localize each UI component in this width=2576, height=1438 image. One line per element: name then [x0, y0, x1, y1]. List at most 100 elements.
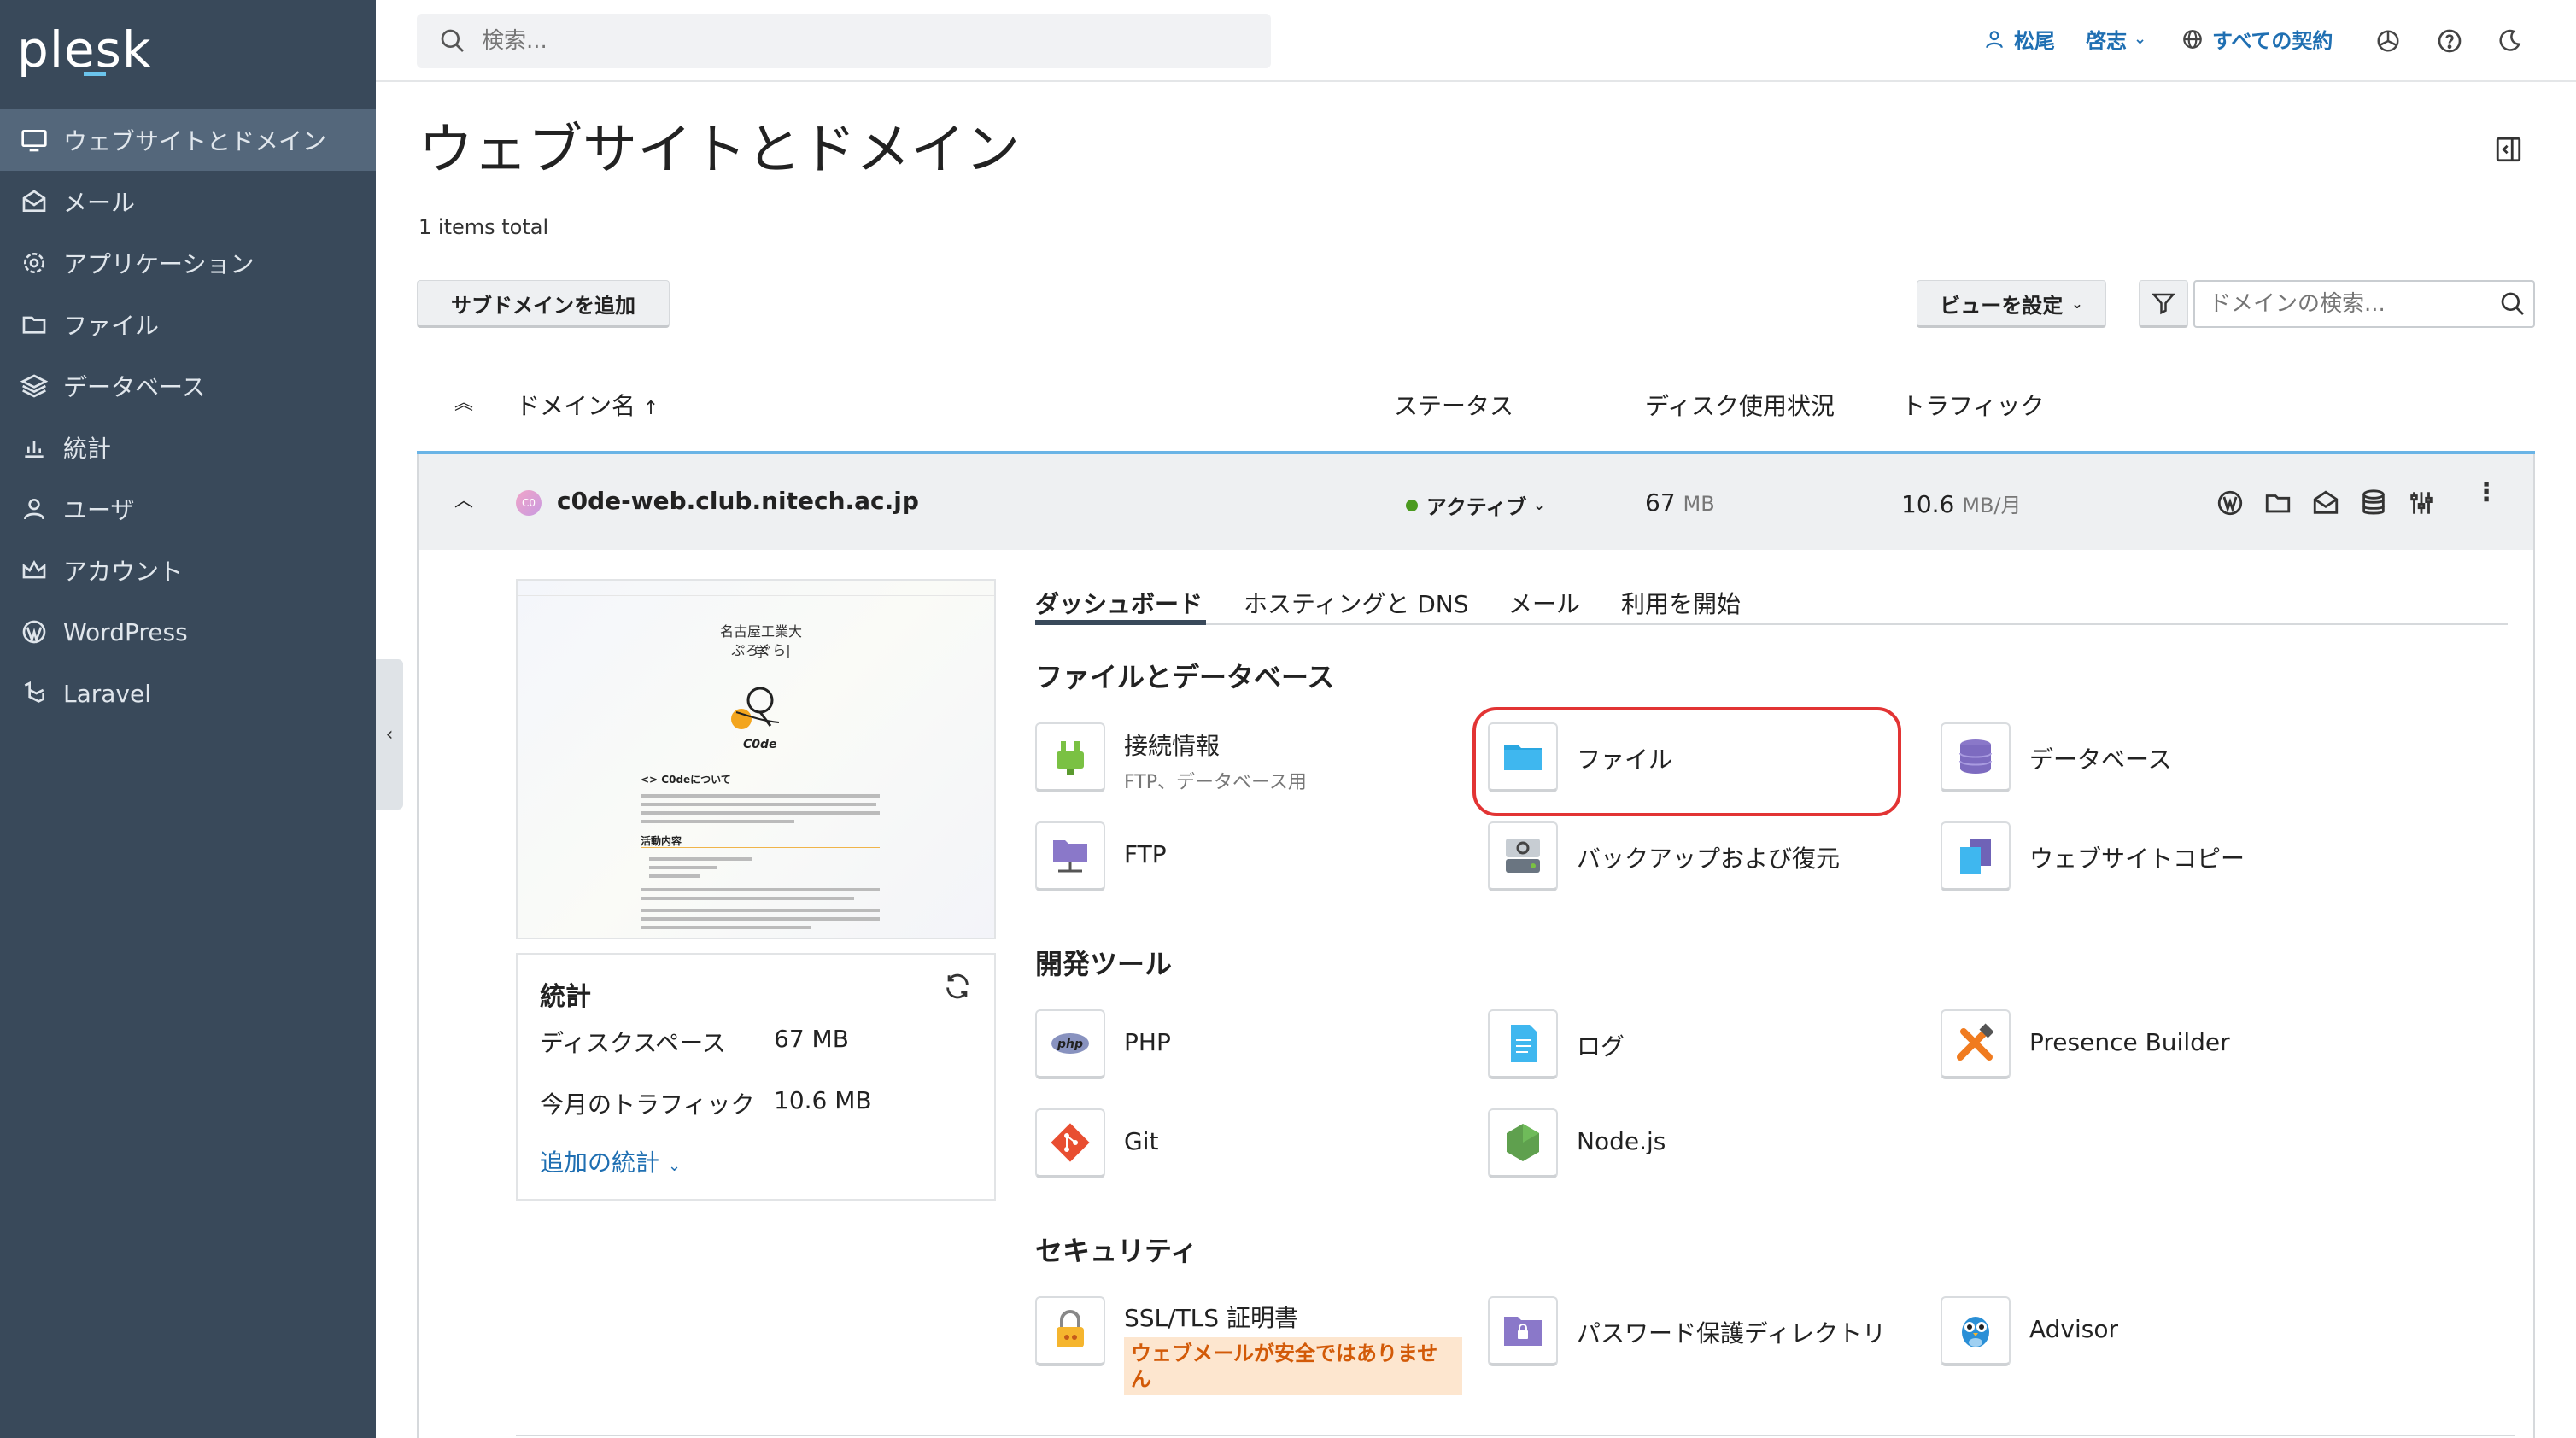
global-search[interactable] [417, 14, 1271, 68]
set-view-button[interactable]: ビューを設定 ⌄ [1917, 280, 2106, 328]
chevron-down-icon: ⌄ [1533, 497, 1545, 513]
stat-disk-label: ディスクスペース [540, 1029, 726, 1057]
refresh-icon[interactable] [943, 972, 972, 1004]
wordpress-icon[interactable] [2216, 488, 2245, 521]
more-stats-label: 追加の統計 [540, 1149, 660, 1177]
add-subdomain-button[interactable]: サブドメインを追加 [417, 280, 670, 328]
preview-about-heading: <> C0deについて [641, 774, 731, 786]
tool-connection-info[interactable]: 接続情報 FTP、データベース用 [1035, 722, 1307, 794]
collapse-all-icon[interactable]: ︽ [454, 388, 473, 415]
sidebar: plesk ウェブサイトとドメイン メール アプリケーション ファイル データベ… [0, 0, 376, 1438]
domain-search[interactable] [2193, 280, 2535, 328]
section-dev-title: 開発ツール [1035, 948, 1173, 980]
svg-text:php: php [1057, 1038, 1083, 1051]
panel-toggle-icon[interactable] [2494, 135, 2528, 169]
tools-icon [1941, 1009, 2011, 1079]
sidebar-item-mail[interactable]: メール [0, 171, 376, 232]
plesk-logo[interactable]: plesk [17, 20, 151, 79]
tool-presence-builder[interactable]: Presence Builder [1941, 1009, 2230, 1079]
tool-php[interactable]: php PHP [1035, 1009, 1171, 1079]
subscriptions-menu[interactable]: すべての契約 [2181, 24, 2333, 54]
preview-logo-text: C0de [743, 738, 777, 751]
tab-mail[interactable]: メール [1508, 586, 1580, 620]
tool-git[interactable]: Git [1035, 1108, 1158, 1178]
user-given-name: 啓志 [2086, 29, 2127, 53]
topbar: 松尾 啓志 ⌄ すべての契約 [376, 0, 2576, 82]
sidebar-item-files[interactable]: ファイル [0, 294, 376, 355]
column-traffic[interactable]: トラフィック [1901, 388, 2044, 422]
sidebar-item-label: 統計 [63, 435, 112, 463]
tab-dashboard[interactable]: ダッシュボード [1035, 586, 1203, 620]
layers-icon [19, 371, 50, 401]
preview-text-line [649, 866, 717, 869]
column-status[interactable]: ステータス [1394, 388, 1513, 422]
preview-activity-heading: 活動内容 [641, 835, 682, 847]
mail-icon[interactable] [2311, 488, 2340, 521]
website-preview[interactable]: 名古屋工業大学 ぷろぐら| C0de <> C0deについて 活動内容 [516, 579, 996, 939]
help-icon[interactable] [2434, 26, 2465, 56]
sidebar-item-wordpress[interactable]: WordPress [0, 601, 376, 663]
tool-ssl[interactable]: SSL/TLS 証明書 ウェブメールが安全ではありません [1035, 1296, 1462, 1395]
tool-logs[interactable]: ログ [1488, 1009, 1625, 1079]
folder-icon [19, 309, 50, 340]
tool-backup[interactable]: バックアップおよび復元 [1488, 821, 1840, 891]
sidebar-item-label: メール [63, 189, 136, 217]
globe-icon [2183, 29, 2202, 49]
tabs-underline [1035, 623, 2508, 625]
domain-link[interactable]: c0de-web.club.nitech.ac.jp [557, 487, 919, 515]
search-icon [441, 29, 464, 52]
tab-get-started[interactable]: 利用を開始 [1621, 586, 1741, 620]
sidebar-item-users[interactable]: ユーザ [0, 478, 376, 540]
stat-traffic-value: 10.6 MB [774, 1086, 872, 1114]
tool-website-copy[interactable]: ウェブサイトコピー [1941, 821, 2245, 891]
ftp-folder-icon [1035, 821, 1105, 891]
database-icon[interactable] [2359, 488, 2388, 521]
chevron-left-icon: ‹ [385, 723, 394, 745]
sidebar-item-applications[interactable]: アプリケーション [0, 232, 376, 294]
stat-traffic-label: 今月のトラフィック [540, 1090, 755, 1119]
more-options-icon[interactable]: ⋮ [2474, 480, 2499, 506]
search-input[interactable] [482, 28, 1250, 54]
column-disk[interactable]: ディスク使用状況 [1645, 388, 1835, 422]
domain-search-input[interactable] [2209, 291, 2482, 317]
log-icon [1488, 1009, 1558, 1079]
preview-text-line [649, 857, 752, 861]
extensions-icon[interactable] [2373, 26, 2403, 56]
filter-button[interactable] [2139, 280, 2188, 328]
search-icon[interactable] [2499, 290, 2526, 318]
dark-mode-icon[interactable] [2494, 26, 2525, 56]
column-domain[interactable]: ドメイン名 ↑ [516, 388, 659, 422]
sidebar-item-laravel[interactable]: Laravel [0, 663, 376, 724]
user-menu[interactable]: 松尾 啓志 ⌄ [1983, 24, 2146, 54]
tool-ftp[interactable]: FTP [1035, 821, 1167, 891]
sidebar-item-label: WordPress [63, 617, 188, 646]
settings-sliders-icon[interactable] [2407, 488, 2436, 521]
sidebar-item-statistics[interactable]: 統計 [0, 417, 376, 478]
stat-disk-value: 67 MB [774, 1025, 849, 1053]
tool-nodejs[interactable]: Node.js [1488, 1108, 1666, 1178]
folder-icon[interactable] [2263, 488, 2292, 521]
tab-active-indicator [1035, 620, 1206, 625]
tool-databases[interactable]: データベース [1941, 722, 2172, 792]
sidebar-item-websites[interactable]: ウェブサイトとドメイン [0, 109, 376, 171]
status-badge[interactable]: アクティブ ⌄ [1406, 490, 1545, 520]
nodejs-icon [1488, 1108, 1558, 1178]
preview-text-line [641, 794, 880, 798]
tool-label: FTP [1124, 840, 1167, 868]
tool-label: ウェブサイトコピー [2029, 845, 2245, 873]
lock-icon [1035, 1296, 1105, 1366]
more-stats-link[interactable]: 追加の統計 ⌄ [540, 1144, 681, 1178]
sidebar-collapse-button[interactable]: ‹ [376, 659, 403, 810]
collapse-row-icon[interactable]: ︿ [454, 485, 473, 512]
stats-card: 統計 ディスクスペース 67 MB 今月のトラフィック 10.6 MB 追加の統… [516, 953, 996, 1201]
sidebar-item-databases[interactable]: データベース [0, 355, 376, 417]
preview-text-line [641, 917, 880, 921]
tool-password-protected-dirs[interactable]: パスワード保護ディレクトリ [1488, 1296, 1886, 1366]
ssl-warning[interactable]: ウェブメールが安全ではありません [1124, 1337, 1462, 1395]
tool-label: パスワード保護ディレクトリ [1577, 1319, 1887, 1347]
tab-hosting-dns[interactable]: ホスティングと DNS [1244, 586, 1469, 620]
sidebar-item-account[interactable]: アカウント [0, 540, 376, 601]
tool-advisor[interactable]: Advisor [1941, 1296, 2118, 1366]
preview-text-line [641, 820, 794, 823]
section-divider [516, 1435, 2515, 1436]
